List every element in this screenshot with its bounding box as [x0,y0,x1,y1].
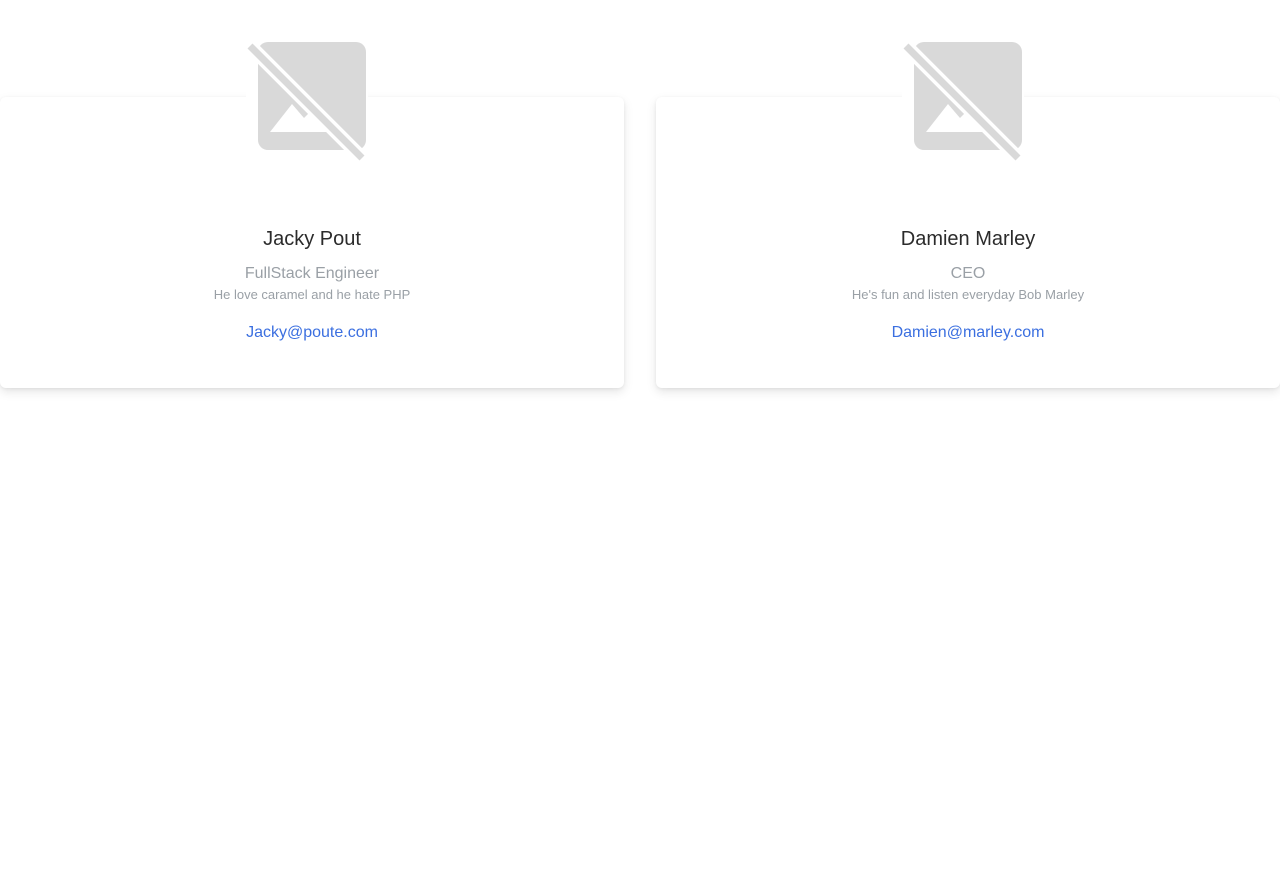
profile-email-link[interactable]: Jacky@poute.com [246,322,378,344]
profile-card-damien: Damien Marley CEO He's fun and listen ev… [656,0,1280,388]
profile-bio: He's fun and listen everyday Bob Marley [851,287,1085,302]
profile-card-body: Damien Marley CEO He's fun and listen ev… [656,226,1280,344]
broken-image-icon [246,42,368,162]
profile-name: Jacky Pout [263,228,361,250]
profile-bio: He love caramel and he hate PHP [213,287,411,302]
profile-role: FullStack Engineer [244,265,380,282]
profile-cards-row: Jacky Pout FullStack Engineer He love ca… [0,0,1280,896]
profile-card-body: Jacky Pout FullStack Engineer He love ca… [0,226,624,344]
profile-email-link[interactable]: Damien@marley.com [892,322,1045,344]
profile-name: Damien Marley [900,228,1036,250]
broken-image-icon [902,42,1024,162]
profile-role: CEO [950,265,986,282]
profile-card-jacky: Jacky Pout FullStack Engineer He love ca… [0,0,624,388]
